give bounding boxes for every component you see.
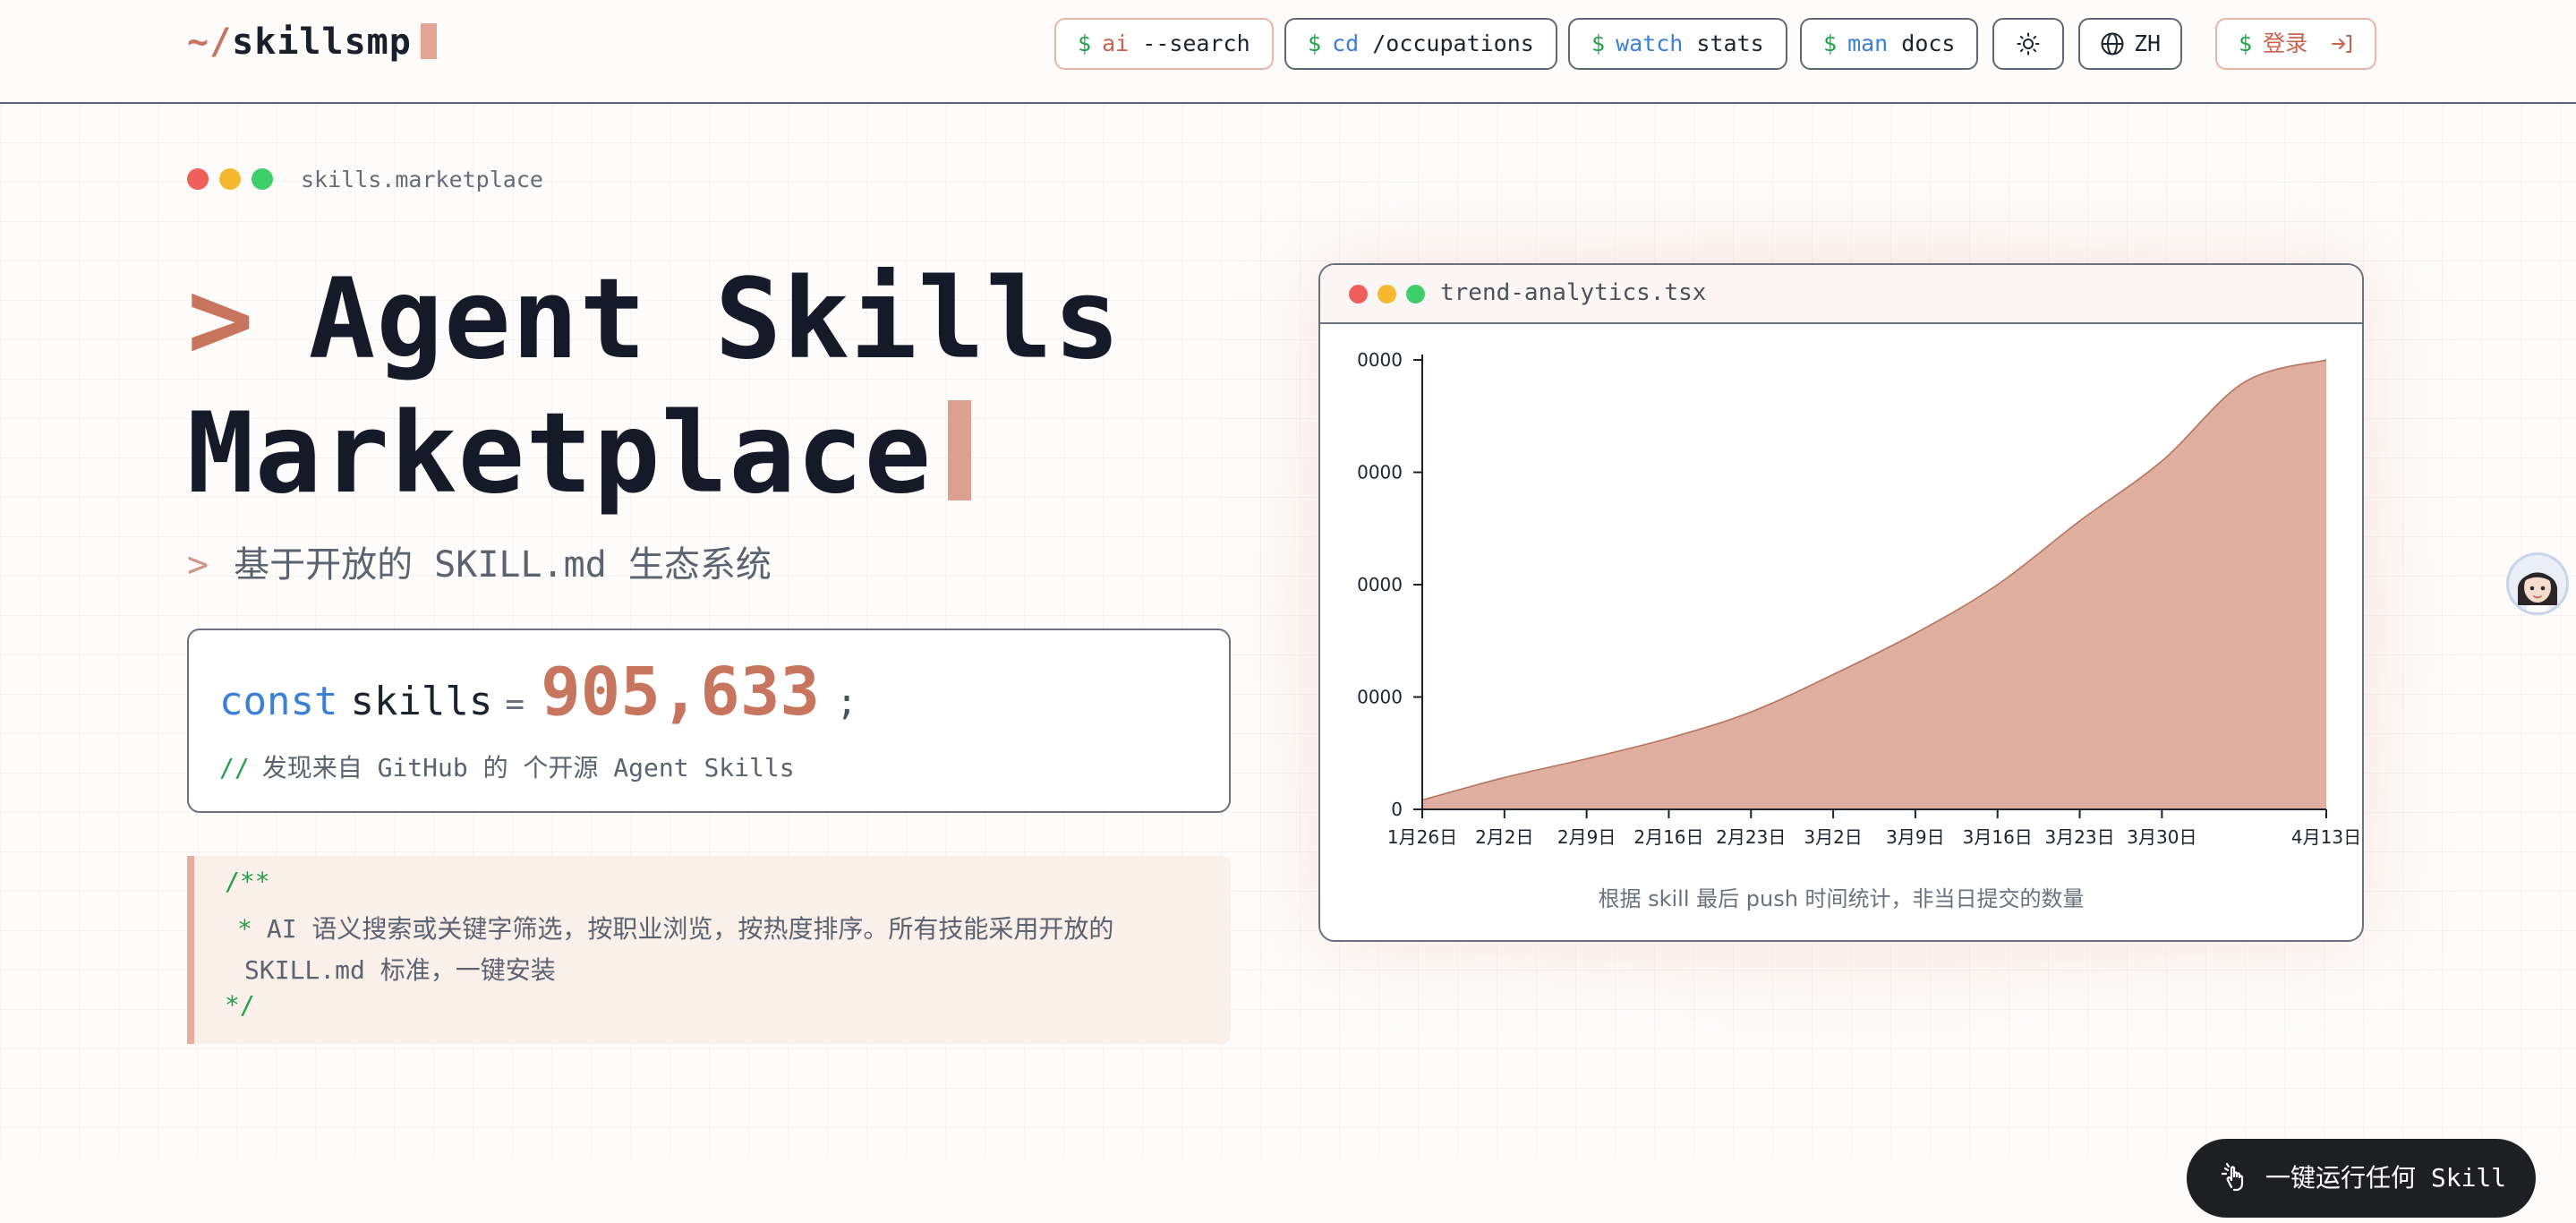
title-arrow: >: [187, 255, 255, 384]
theme-toggle-button[interactable]: [1992, 18, 2064, 70]
x-tick-label: 3月30日: [2127, 826, 2196, 848]
yellow-dot: [219, 168, 241, 190]
login-arrow-icon: [2332, 35, 2352, 53]
subtitle-text: 基于开放的 SKILL.md 生态系统: [234, 544, 772, 586]
y-tick-label: 0000: [1357, 462, 1403, 483]
code-comment: // 发现来自 GitHub 的 个开源 Agent Skills: [219, 748, 795, 784]
pointer-hand-icon: [2221, 1162, 2244, 1192]
globe-icon: [2101, 32, 2124, 56]
code-semicolon: ;: [835, 682, 858, 723]
page-title: > Agent Skills Marketplace: [187, 252, 1122, 521]
x-tick-label: 1月26日: [1387, 826, 1457, 848]
chart-green-dot: [1406, 285, 1425, 304]
comment-slash: //: [219, 753, 250, 783]
green-dot: [252, 168, 273, 190]
login-button[interactable]: $ 登录: [2215, 18, 2377, 70]
x-tick-label: 2月2日: [1475, 826, 1533, 848]
y-tick-label: 0000: [1357, 574, 1403, 595]
skills-count: 905,633: [541, 654, 820, 731]
run-any-skill-button[interactable]: 一键运行任何 Skill: [2187, 1139, 2536, 1218]
window-label: skills.marketplace: [301, 167, 543, 192]
logo-name: skillsmp: [232, 21, 412, 63]
area-fill: [1422, 360, 2326, 809]
doc-comment-open: /**: [225, 867, 270, 896]
sun-icon: [2017, 32, 2040, 56]
nav-dollar: $: [1308, 30, 1322, 56]
x-tick-label: 2月16日: [1633, 826, 1703, 848]
x-tick-label: 3月2日: [1804, 826, 1862, 848]
chart-window-title: trend-analytics.tsx: [1440, 279, 1707, 306]
subtitle-prompt: >: [187, 544, 209, 586]
subtitle: > 基于开放的 SKILL.md 生态系统: [187, 535, 772, 587]
code-statement: const skills = 905,633;: [219, 654, 857, 731]
nav-dollar: $: [1823, 30, 1838, 56]
doc-comment-line2: SKILL.md 标准，一键安装: [244, 955, 556, 985]
x-tick-label: 3月9日: [1886, 826, 1944, 848]
y-tick-label: 0: [1391, 799, 1403, 820]
chart-caption: 根据 skill 最后 push 时间统计，非当日提交的数量: [1598, 886, 2085, 911]
nav-dollar: $: [1591, 30, 1606, 56]
run-button-label: 一键运行任何 Skill: [2265, 1163, 2507, 1193]
logo-caret: [420, 23, 437, 59]
y-tick-label: 0000: [1357, 687, 1403, 708]
site-logo[interactable]: ~/skillsmp: [187, 21, 437, 63]
nav-docs-button[interactable]: $ man docs: [1800, 18, 1979, 70]
x-tick-label: 3月23日: [2044, 826, 2114, 848]
title-line1: Agent Skills: [308, 255, 1122, 384]
language-label: ZH: [2134, 30, 2162, 56]
doc-comment-close: */: [225, 990, 255, 1020]
comment-text: 发现来自 GitHub 的 个开源 Agent Skills: [261, 753, 795, 783]
title-cursor: [948, 400, 972, 500]
title-line2: Marketplace: [187, 389, 933, 518]
nav-arg: docs: [1888, 30, 1956, 56]
chart-red-dot: [1349, 285, 1368, 304]
chart-titlebar: trend-analytics.tsx: [1320, 265, 2362, 324]
login-dollar: $: [2239, 30, 2253, 56]
doc-comment-star: *: [237, 914, 252, 944]
nav-arg: stats: [1683, 30, 1764, 56]
trend-analytics-window: trend-analytics.tsx 0 0000 0000 0000 0000 1月2…: [1318, 263, 2364, 942]
nav-cmd: man: [1847, 30, 1889, 56]
nav-arg: --search: [1129, 30, 1250, 56]
login-label: 登录: [2263, 30, 2308, 56]
x-tick-label: 2月9日: [1557, 826, 1616, 848]
y-tick-label: 0000: [1357, 349, 1403, 371]
code-operator: =: [505, 686, 525, 723]
top-header: ~/skillsmp $ ai --search $ cd /occupations…: [0, 0, 2576, 104]
x-tick-label: 4月13日: [2291, 826, 2361, 848]
chart-yellow-dot: [1378, 285, 1396, 304]
doc-comment-block: /** * AI 语义搜索或关键字筛选，按职业浏览，按热度排序。所有技能采用开放的…: [187, 856, 1231, 1044]
avatar-face-icon: [2517, 572, 2558, 612]
code-keyword: const: [219, 679, 338, 724]
language-button[interactable]: ZH: [2078, 18, 2183, 70]
red-dot: [187, 168, 209, 190]
doc-comment-line1-text: AI 语义搜索或关键字筛选，按职业浏览，按热度排序。所有技能采用开放的: [266, 914, 1114, 944]
assistant-avatar[interactable]: [2506, 552, 2569, 615]
logo-prefix: ~/: [187, 21, 233, 63]
doc-comment-line1: * AI 语义搜索或关键字筛选，按职业浏览，按热度排序。所有技能采用开放的: [237, 910, 1113, 945]
code-identifier: skills: [350, 679, 493, 724]
nav-dollar: $: [1078, 30, 1092, 56]
nav-cmd: watch: [1616, 30, 1684, 56]
nav-stats-button[interactable]: $ watch stats: [1568, 18, 1787, 70]
nav-cmd: ai: [1102, 30, 1130, 56]
nav-occupations-button[interactable]: $ cd /occupations: [1284, 18, 1557, 70]
nav-ai-search-button[interactable]: $ ai --search: [1054, 18, 1274, 70]
trend-chart: 000000000000000001月26日 2月2日 2月9日 2月16日 2月23日…: [1357, 349, 2361, 848]
nav-arg: /occupations: [1359, 30, 1534, 56]
x-tick-label: 3月16日: [1963, 826, 2033, 848]
nav-cmd: cd: [1332, 30, 1360, 56]
x-tick-label: 2月23日: [1716, 826, 1786, 848]
skills-count-card: const skills = 905,633; // 发现来自 GitHub 的 个开源…: [187, 629, 1231, 813]
